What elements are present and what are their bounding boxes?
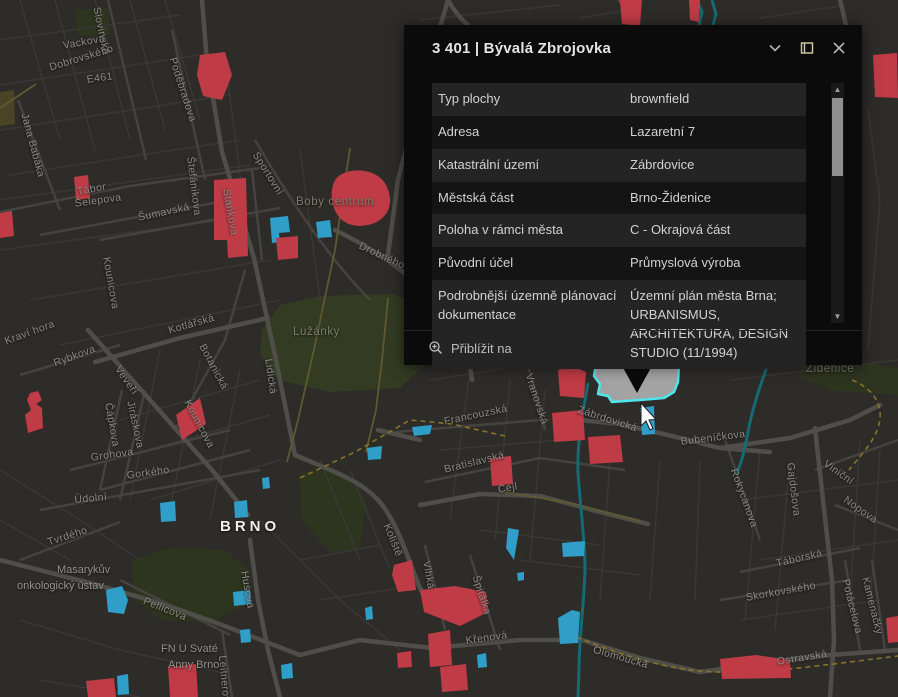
field-value: brownfield xyxy=(628,83,806,116)
field-value: Brno-Židenice xyxy=(628,182,806,215)
table-row: Původní účelPrůmyslová výroba xyxy=(432,247,806,280)
zoom-to-button[interactable]: Přiblížit na xyxy=(428,340,512,356)
field-value: C - Okrajová část xyxy=(628,214,806,247)
close-icon[interactable] xyxy=(830,39,848,57)
table-row: Katastrální územíZábrdovice xyxy=(432,149,806,182)
map-app: VackovaDobrovskéhoE461SlovinskáPoděbrado… xyxy=(0,0,898,697)
magnifier-plus-icon xyxy=(428,340,444,356)
scrollbar-down-arrow[interactable]: ▼ xyxy=(831,310,844,323)
popup-title: 3 401 | Bývalá Zbrojovka xyxy=(432,40,752,57)
feature-popup: 3 401 | Bývalá Zbrojovka Typ plochybrown… xyxy=(404,25,862,365)
field-label: Katastrální území xyxy=(432,149,628,182)
table-row: Typ plochybrownfield xyxy=(432,83,806,116)
field-label: Typ plochy xyxy=(432,83,628,116)
field-label: Městská část xyxy=(432,182,628,215)
zoom-to-label: Přiblížit na xyxy=(451,341,512,356)
scrollbar-up-arrow[interactable]: ▲ xyxy=(831,83,844,96)
popup-header: 3 401 | Bývalá Zbrojovka xyxy=(404,25,862,71)
chevron-down-icon[interactable] xyxy=(766,39,784,57)
field-label: Adresa xyxy=(432,116,628,149)
popup-scrollbar: ▲ ▼ xyxy=(831,83,844,323)
field-label: Původní účel xyxy=(432,247,628,280)
table-row: Poloha v rámci městaC - Okrajová část xyxy=(432,214,806,247)
scrollbar-thumb[interactable] xyxy=(832,98,843,176)
field-value: Průmyslová výroba xyxy=(628,247,806,280)
field-value: Zábrdovice xyxy=(628,149,806,182)
dock-window-icon[interactable] xyxy=(798,39,816,57)
popup-footer: Přiblížit na xyxy=(404,330,862,365)
table-row: Městská částBrno-Židenice xyxy=(432,182,806,215)
park-spilberk xyxy=(132,548,248,622)
field-label: Poloha v rámci města xyxy=(432,214,628,247)
table-row: AdresaLazaretní 7 xyxy=(432,116,806,149)
attribute-table: Typ plochybrownfieldAdresaLazaretní 7Kat… xyxy=(432,83,806,369)
field-value: Lazaretní 7 xyxy=(628,116,806,149)
